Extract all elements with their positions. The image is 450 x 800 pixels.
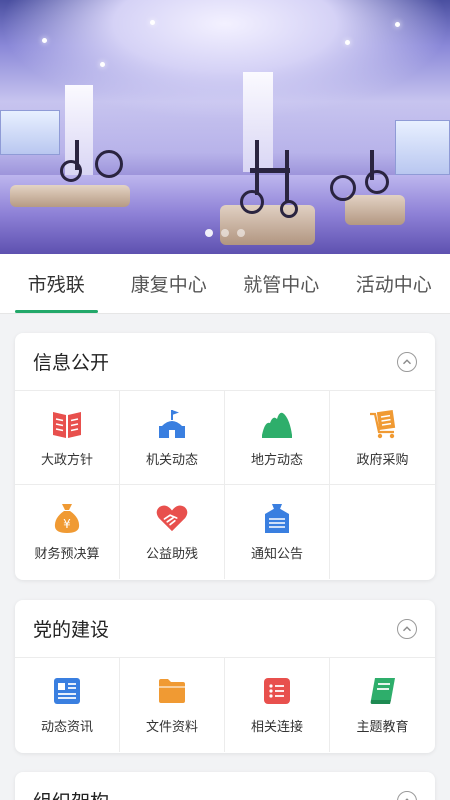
grid-item-agency-news[interactable]: 机关动态 (120, 391, 225, 485)
grid-item-label: 地方动态 (250, 452, 303, 468)
collapse-toggle-icon[interactable] (397, 351, 417, 372)
grid-item-policy[interactable]: 大政方针 (15, 391, 120, 485)
list-icon (261, 675, 293, 707)
grid-item-empty (330, 485, 435, 579)
banner-platform (10, 185, 130, 207)
grid-item-local-news[interactable]: 地方动态 (225, 391, 330, 485)
news-icon (51, 675, 83, 707)
grid-item-label: 公益助残 (145, 547, 198, 562)
ceiling-light (100, 62, 105, 67)
tab-city-disabled-federation[interactable]: 市残联 (0, 254, 113, 313)
section-organization: 组织架构 (15, 772, 435, 800)
section-party-building: 党的建设 动态资讯 文件资料 相关连接 主题教育 (15, 600, 435, 753)
grid-item-education[interactable]: 主题教育 (330, 658, 435, 752)
section-title: 党的建设 (33, 619, 110, 641)
wheelchair-wheel (365, 170, 389, 194)
grid-item-notice[interactable]: 通知公告 (225, 485, 330, 579)
heart-hand-icon (156, 502, 188, 534)
grid-item-label: 通知公告 (250, 547, 303, 562)
banner-window (395, 120, 450, 175)
mountain-icon (261, 408, 293, 440)
section-header: 组织架构 (15, 772, 435, 800)
grid-item-label: 相关连接 (250, 720, 303, 735)
section-title: 组织架构 (33, 787, 109, 800)
grid-item-links[interactable]: 相关连接 (225, 658, 330, 752)
walker-frame (250, 168, 290, 173)
tab-rehab-center[interactable]: 康复中心 (113, 254, 226, 313)
grid-item-label: 政府采购 (356, 452, 409, 468)
walker-wheel (240, 190, 264, 214)
collapse-toggle-icon[interactable] (397, 790, 417, 800)
section-info-disclosure: 信息公开 大政方针 机关动态 地方动态 政府采购 ¥ 财务预决算 公益助残 通知… (15, 333, 435, 580)
tab-activity-center[interactable]: 活动中心 (338, 254, 450, 313)
walker-frame (285, 150, 289, 202)
folder-icon (156, 675, 188, 707)
wheelchair-frame (75, 140, 79, 170)
section-title: 信息公开 (33, 352, 110, 374)
grid-item-budget[interactable]: ¥ 财务预决算 (15, 485, 120, 579)
carousel-dot[interactable] (237, 229, 245, 237)
grid-item-procurement[interactable]: 政府采购 (330, 391, 435, 485)
section-grid: 大政方针 机关动态 地方动态 政府采购 ¥ 财务预决算 公益助残 通知公告 (15, 391, 435, 579)
building-flag-icon (156, 408, 188, 440)
wheelchair-wheel (95, 150, 123, 178)
ceiling-light (345, 40, 350, 45)
book-icon (51, 408, 83, 440)
carousel-indicator[interactable] (0, 229, 450, 237)
carousel-dot[interactable] (221, 229, 229, 237)
wheelchair-wheel (330, 175, 356, 201)
ceiling-light (42, 38, 47, 43)
section-header: 信息公开 (15, 333, 435, 391)
ceiling-light (150, 20, 155, 25)
banner-platform (220, 205, 315, 245)
grid-item-news[interactable]: 动态资讯 (15, 658, 120, 752)
grid-item-label: 机关动态 (145, 452, 198, 468)
carousel-dot[interactable] (205, 229, 213, 237)
section-grid: 动态资讯 文件资料 相关连接 主题教育 (15, 658, 435, 752)
ceiling-light (395, 22, 400, 27)
grid-item-label: 文件资料 (145, 720, 198, 735)
notice-icon (261, 502, 293, 534)
banner-window (0, 110, 60, 155)
tab-employment-center[interactable]: 就管中心 (225, 254, 338, 313)
section-header: 党的建设 (15, 600, 435, 658)
walker-wheel (280, 200, 298, 218)
grid-item-label: 主题教育 (356, 720, 409, 735)
grid-item-documents[interactable]: 文件资料 (120, 658, 225, 752)
grid-item-label: 财务预决算 (34, 547, 100, 562)
banner-carousel[interactable] (0, 0, 450, 254)
tab-bar: 市残联 康复中心 就管中心 活动中心 (0, 254, 450, 314)
grid-item-label: 动态资讯 (40, 720, 93, 735)
cart-document-icon (367, 408, 399, 440)
money-bag-icon: ¥ (51, 502, 83, 534)
wheelchair-frame (370, 150, 374, 180)
collapse-toggle-icon[interactable] (397, 618, 417, 639)
svg-text:¥: ¥ (63, 517, 71, 531)
grid-item-charity[interactable]: 公益助残 (120, 485, 225, 579)
grid-item-label: 大政方针 (40, 452, 93, 468)
study-book-icon (367, 675, 399, 707)
banner-platform (345, 195, 405, 225)
